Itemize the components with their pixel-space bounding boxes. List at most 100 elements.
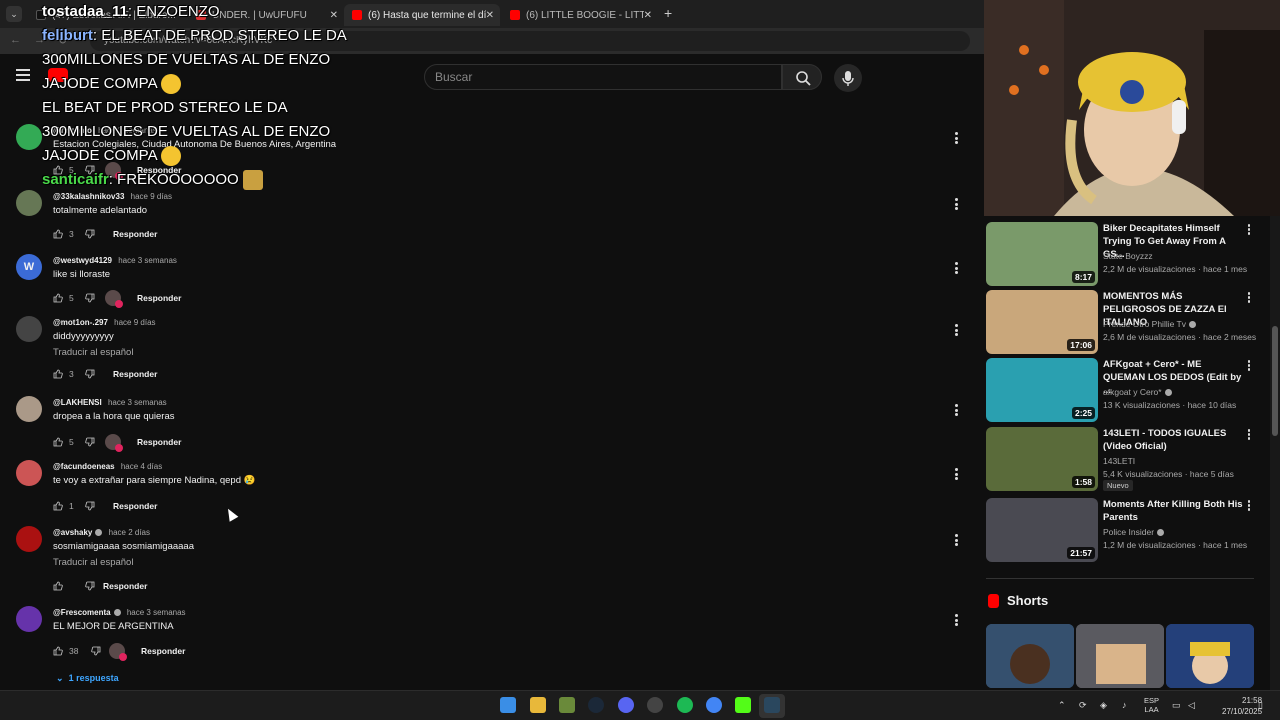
file-explorer-icon[interactable] xyxy=(530,697,546,713)
new-tab-button[interactable]: + xyxy=(664,5,672,21)
short-thumbnail[interactable] xyxy=(986,624,1074,688)
video-thumbnail[interactable]: 1:58 xyxy=(986,427,1098,491)
comment-time[interactable]: hace 2 días xyxy=(109,528,150,537)
channel-name[interactable]: Police Insider xyxy=(1103,527,1154,537)
tab-search-button[interactable]: ⌄ xyxy=(6,6,22,22)
comment-author[interactable]: @fidenmo xyxy=(53,126,92,135)
reply-button[interactable]: Responder xyxy=(137,437,181,447)
avatar[interactable] xyxy=(16,606,42,632)
more-options-icon[interactable] xyxy=(952,468,960,480)
microphone-tray-icon[interactable]: ♪ xyxy=(1122,700,1127,710)
more-options-icon[interactable] xyxy=(1246,292,1252,304)
channel-name[interactable]: afkgoat y Cero* xyxy=(1103,387,1162,397)
comment-time[interactable]: hace 4 días xyxy=(121,462,162,471)
reply-button[interactable]: Responder xyxy=(137,165,181,175)
like-icon[interactable] xyxy=(53,369,63,379)
related-video[interactable]: 21:57 Moments After Killing Both His Par… xyxy=(986,498,1276,562)
avatar[interactable] xyxy=(16,124,42,150)
comment-time[interactable]: hace 3 semanas xyxy=(108,398,167,407)
search-button[interactable] xyxy=(782,64,822,90)
translate-link[interactable]: Traducir al español xyxy=(53,347,133,358)
comment-time[interactable]: hace 9 días xyxy=(131,192,172,201)
like-icon[interactable] xyxy=(53,437,63,447)
dislike-icon[interactable] xyxy=(85,165,95,175)
comment-author[interactable]: @33kalashnikov33 xyxy=(53,192,124,201)
related-video[interactable]: 17:06 MOMENTOS MÁS PELIGROSOS DE ZAZZA E… xyxy=(986,290,1276,354)
dislike-icon[interactable] xyxy=(85,229,95,239)
url-field[interactable]: youtube.com/watch?v=6eAXcRyhVKc xyxy=(90,31,970,51)
more-options-icon[interactable] xyxy=(1246,224,1252,236)
forward-icon[interactable]: → xyxy=(34,34,45,46)
reply-button[interactable]: Responder xyxy=(113,501,157,511)
sync-icon[interactable]: ⟳ xyxy=(1079,700,1087,711)
menu-icon[interactable] xyxy=(16,69,30,81)
reload-icon[interactable]: ↻ xyxy=(58,34,67,47)
like-icon[interactable] xyxy=(53,501,63,511)
kick-icon[interactable] xyxy=(735,697,751,713)
video-thumbnail[interactable]: 2:25 xyxy=(986,358,1098,422)
like-icon[interactable] xyxy=(53,293,63,303)
like-icon[interactable] xyxy=(53,229,63,239)
related-video[interactable]: 8:17 Biker Decapitates Himself Trying To… xyxy=(986,222,1276,286)
more-options-icon[interactable] xyxy=(952,262,960,274)
channel-name[interactable]: 143LETI xyxy=(1103,456,1135,466)
comment-time[interactable]: hace 3 semanas xyxy=(118,256,177,265)
dislike-icon[interactable] xyxy=(85,293,95,303)
tab-3-active[interactable]: (6) Hasta que termine el día - Y ✕ xyxy=(344,4,500,26)
voice-search-button[interactable] xyxy=(834,64,862,92)
video-title[interactable]: 143LETI - TODOS IGUALES (Video Oficial) xyxy=(1103,427,1245,453)
comment-author[interactable]: @avshaky xyxy=(53,528,92,537)
youtube-logo[interactable] xyxy=(48,68,68,82)
language-indicator[interactable]: ESP LAA xyxy=(1144,696,1159,714)
comment-author[interactable]: @westwyd4129 xyxy=(53,256,112,265)
avatar[interactable] xyxy=(16,190,42,216)
avatar[interactable]: W xyxy=(16,254,42,280)
more-options-icon[interactable] xyxy=(952,534,960,546)
avatar[interactable] xyxy=(16,526,42,552)
view-replies-link[interactable]: ⌄ 1 respuesta xyxy=(56,673,119,684)
dislike-icon[interactable] xyxy=(85,437,95,447)
more-options-icon[interactable] xyxy=(952,132,960,144)
more-options-icon[interactable] xyxy=(1246,429,1252,441)
video-thumbnail[interactable]: 17:06 xyxy=(986,290,1098,354)
like-icon[interactable] xyxy=(53,581,63,591)
more-options-icon[interactable] xyxy=(952,198,960,210)
dislike-icon[interactable] xyxy=(85,501,95,511)
tab-4[interactable]: (6) LITTLE BOOGIE - LITTLE BOO ✕ xyxy=(502,4,658,26)
reply-button[interactable]: Responder xyxy=(137,293,181,303)
shield-icon[interactable]: ◈ xyxy=(1100,700,1107,711)
channel-name[interactable]: Prende Otro Phillie Tv xyxy=(1103,319,1186,329)
comment-time[interactable]: hace 3 semanas xyxy=(127,608,186,617)
system-clock[interactable]: 21:58 27/10/2025 xyxy=(1222,695,1262,717)
comment-author[interactable]: @facundoeneas xyxy=(53,462,115,471)
more-options-icon[interactable] xyxy=(952,324,960,336)
like-icon[interactable] xyxy=(53,646,63,656)
close-icon[interactable]: ✕ xyxy=(330,10,338,21)
reply-button[interactable]: Responder xyxy=(113,369,157,379)
minecraft-icon[interactable] xyxy=(559,697,575,713)
dislike-icon[interactable] xyxy=(85,369,95,379)
more-options-icon[interactable] xyxy=(1246,500,1252,512)
steam-icon[interactable] xyxy=(588,697,604,713)
notification-icon[interactable]: ▯ xyxy=(1258,700,1263,711)
more-options-icon[interactable] xyxy=(952,404,960,416)
related-video[interactable]: 2:25 AFKgoat + Cero* - ME QUEMAN LOS DED… xyxy=(986,358,1276,422)
search-input[interactable] xyxy=(424,64,782,90)
related-video[interactable]: 1:58 143LETI - TODOS IGUALES (Video Ofic… xyxy=(986,427,1276,491)
obs-icon[interactable] xyxy=(647,697,663,713)
close-icon[interactable]: ✕ xyxy=(486,10,494,21)
tab-2[interactable]: UNDER. | UwUFUFU ✕ xyxy=(188,4,344,26)
short-thumbnail[interactable] xyxy=(1076,624,1164,688)
more-options-icon[interactable] xyxy=(1246,360,1252,372)
tab-1[interactable]: (47) Estrellas A.F. | Elburo... xyxy=(28,4,188,26)
comment-author[interactable]: @mot1on-.297 xyxy=(53,318,108,327)
comment-time[interactable]: hace 3 semanas xyxy=(98,126,157,135)
chrome-icon[interactable] xyxy=(706,697,722,713)
chevron-up-icon[interactable]: ⌃ xyxy=(1058,700,1066,711)
dislike-icon[interactable] xyxy=(85,581,95,591)
comment-author[interactable]: @LAKHENSI xyxy=(53,398,102,407)
discord-icon[interactable] xyxy=(618,697,634,713)
avatar[interactable] xyxy=(16,316,42,342)
volume-icon[interactable]: ◁ xyxy=(1188,700,1195,711)
network-icon[interactable]: ▭ xyxy=(1172,700,1181,711)
